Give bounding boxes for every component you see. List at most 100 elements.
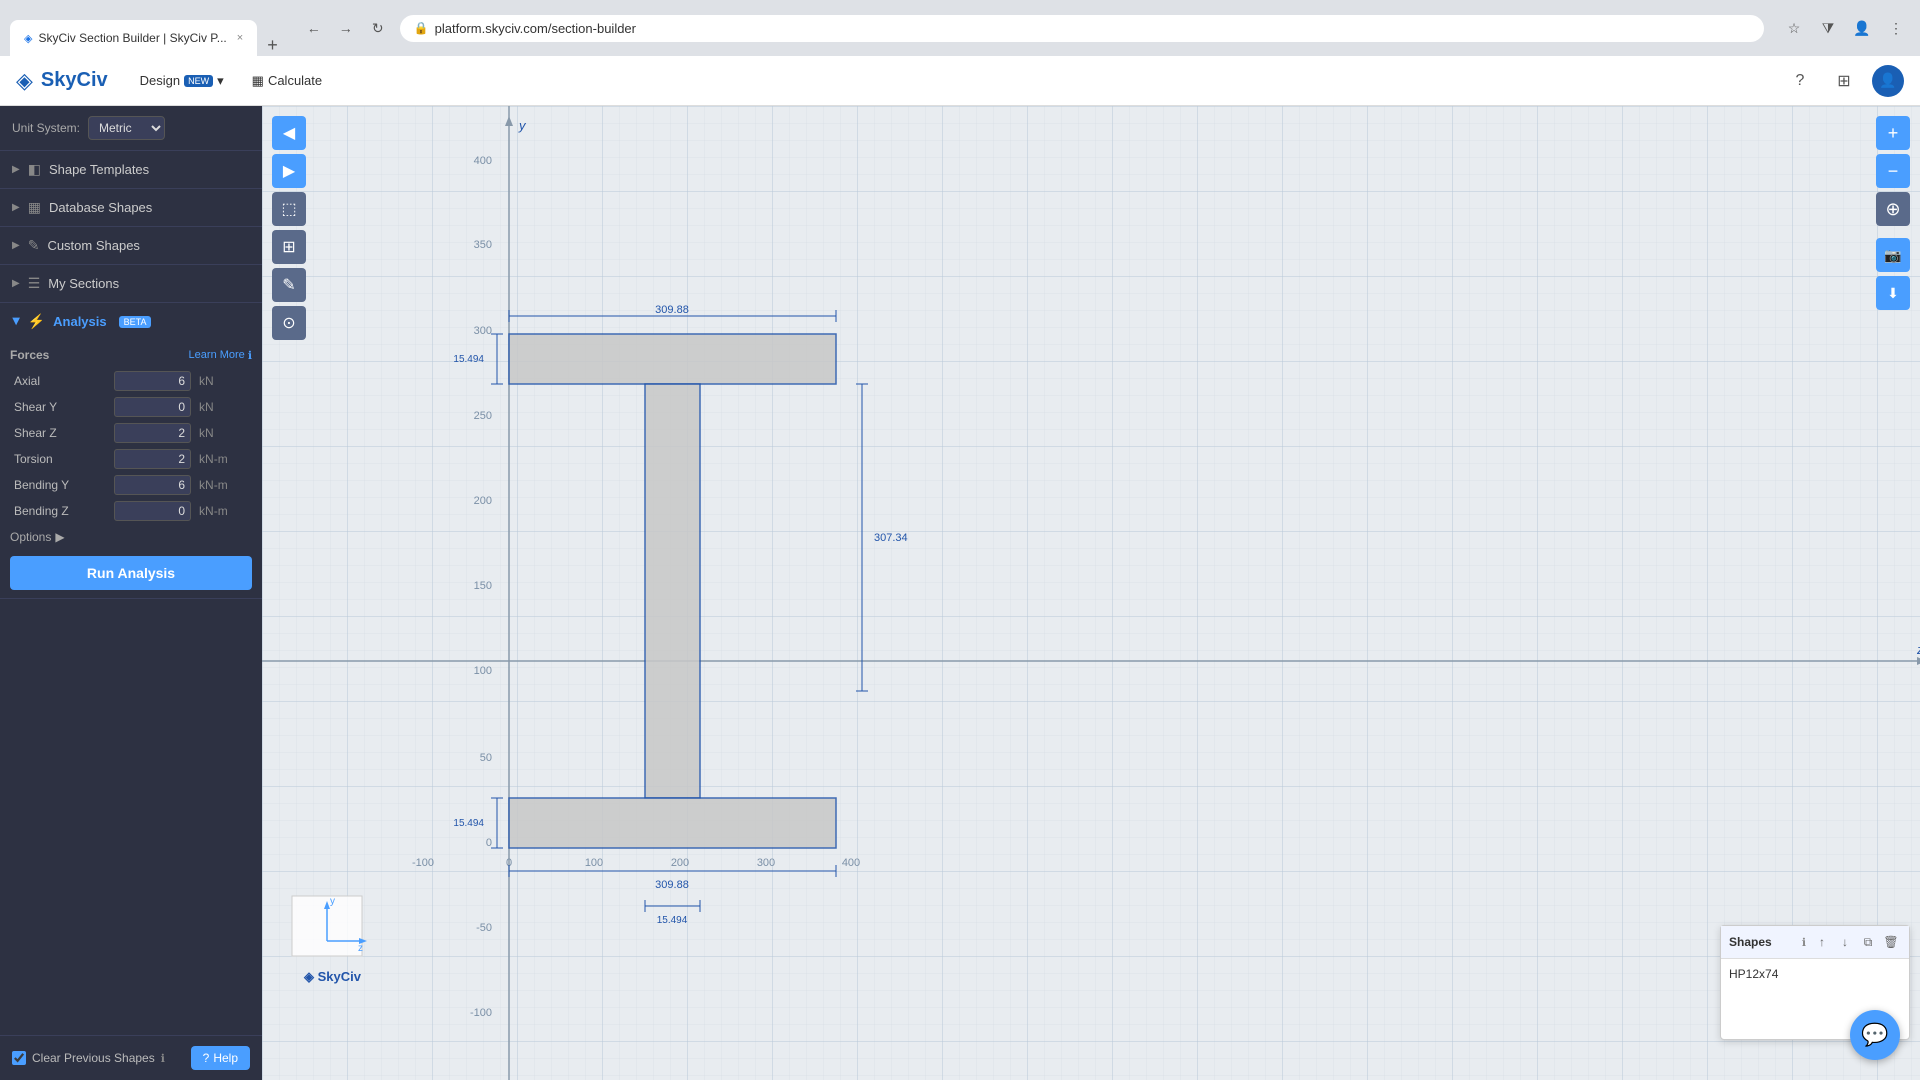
svg-text:z: z	[358, 943, 363, 954]
apps-icon-btn[interactable]: ⊞	[1828, 65, 1860, 97]
extensions-btn[interactable]: ⧩	[1814, 14, 1842, 42]
axial-input-cell	[110, 368, 195, 394]
svg-text:-100: -100	[412, 857, 434, 869]
svg-text:300: 300	[474, 325, 492, 337]
shear-y-input[interactable]	[114, 397, 191, 417]
svg-text:400: 400	[474, 155, 492, 167]
help-button[interactable]: ? Help	[191, 1046, 250, 1070]
zoom-in-btn[interactable]: +	[1876, 116, 1910, 150]
svg-text:400: 400	[842, 857, 860, 869]
my-sections-arrow-icon: ▶	[12, 278, 20, 289]
active-tab[interactable]: ◈ SkyCiv Section Builder | SkyCiv P... ×	[10, 20, 257, 56]
screenshot-btn[interactable]: 📷	[1876, 238, 1910, 272]
help-icon-btn[interactable]: ?	[1784, 65, 1816, 97]
learn-more-link[interactable]: Learn More ℹ	[189, 349, 252, 362]
address-bar[interactable]: 🔒 platform.skyciv.com/section-builder	[400, 15, 1764, 42]
analysis-panel: Forces Learn More ℹ Axial kN	[0, 340, 262, 598]
shear-y-label: Shear Y	[10, 394, 110, 420]
svg-text:309.88: 309.88	[655, 879, 689, 891]
select-btn[interactable]: ⬚	[272, 192, 306, 226]
chat-button[interactable]: 💬	[1850, 1010, 1900, 1060]
browser-tabs: ◈ SkyCiv Section Builder | SkyCiv P... ×…	[10, 0, 284, 56]
zoom-out-btn[interactable]: −	[1876, 154, 1910, 188]
svg-text:15.494: 15.494	[657, 915, 688, 926]
force-row-axial: Axial kN	[10, 368, 252, 394]
logo-icon: ◈	[16, 68, 33, 94]
calculate-nav-item[interactable]: ▦ Calculate	[240, 67, 335, 95]
beta-badge: BETA	[119, 316, 152, 328]
shear-z-input[interactable]	[114, 423, 191, 443]
collapse-btn[interactable]: ◀	[272, 116, 306, 150]
calculate-icon: ▦	[252, 73, 264, 89]
unit-system-select[interactable]: Metric Imperial	[88, 116, 165, 140]
tab-close-btn[interactable]: ×	[237, 32, 243, 44]
shear-z-unit: kN	[195, 420, 252, 446]
shear-y-input-cell	[110, 394, 195, 420]
analysis-header[interactable]: ▶ ⚡ Analysis BETA	[0, 303, 262, 340]
analysis-label: Analysis	[53, 314, 106, 329]
shapes-move-down-btn[interactable]: ↓	[1835, 932, 1855, 952]
shear-y-unit: kN	[195, 394, 252, 420]
force-row-bending-z: Bending Z kN-m	[10, 498, 252, 524]
shape-templates-header[interactable]: ▶ ◧ Shape Templates	[0, 151, 262, 188]
menu-btn[interactable]: ⋮	[1882, 14, 1910, 42]
clear-shapes-checkbox[interactable]	[12, 1051, 26, 1065]
sidebar-bottom: Clear Previous Shapes ℹ ? Help	[0, 1035, 262, 1080]
svg-text:15.494: 15.494	[453, 818, 484, 829]
svg-text:250: 250	[474, 410, 492, 422]
nav-controls: ← → ↻	[300, 14, 392, 42]
zoom-fit-btn[interactable]: ⊕	[1876, 192, 1910, 226]
bookmark-btn[interactable]: ☆	[1780, 14, 1808, 42]
header-nav: Design NEW ▾ ▦ Calculate	[128, 67, 335, 95]
snap-btn[interactable]: ⊙	[272, 306, 306, 340]
new-tab-btn[interactable]: +	[261, 35, 284, 56]
svg-text:350: 350	[474, 239, 492, 251]
bending-z-input[interactable]	[114, 501, 191, 521]
custom-shapes-icon: ✎	[28, 237, 40, 254]
design-label: Design	[140, 73, 180, 88]
canvas-area[interactable]: 400 350 300 250 200 150 100 50 0 -50 -10…	[262, 106, 1920, 1080]
draw-btn[interactable]: ✎	[272, 268, 306, 302]
grid-svg: 400 350 300 250 200 150 100 50 0 -50 -10…	[262, 106, 1920, 1080]
svg-text:200: 200	[474, 495, 492, 507]
axial-input[interactable]	[114, 371, 191, 391]
shapes-copy-btn[interactable]: ⧉	[1858, 932, 1878, 952]
help-label: Help	[213, 1051, 238, 1065]
browser-chrome: ◈ SkyCiv Section Builder | SkyCiv P... ×…	[0, 0, 1920, 56]
custom-shapes-header[interactable]: ▶ ✎ Custom Shapes	[0, 227, 262, 264]
database-shapes-section: ▶ ▦ Database Shapes	[0, 189, 262, 227]
design-nav-item[interactable]: Design NEW ▾	[128, 67, 236, 95]
force-row-torsion: Torsion kN-m	[10, 446, 252, 472]
analysis-arrow-icon: ▶	[10, 318, 21, 326]
bending-y-input[interactable]	[114, 475, 191, 495]
shape-item-hp12x74[interactable]: HP12x74	[1729, 965, 1901, 983]
shear-z-label: Shear Z	[10, 420, 110, 446]
shapes-delete-btn[interactable]: 🗑	[1881, 932, 1901, 952]
nav-forward-btn[interactable]: →	[332, 14, 360, 42]
my-sections-header[interactable]: ▶ ☰ My Sections	[0, 265, 262, 302]
database-shapes-label: Database Shapes	[49, 200, 152, 215]
forces-table: Axial kN Shear Y kN Shear	[10, 368, 252, 524]
options-arrow-icon: ▶	[55, 530, 64, 544]
shapes-move-up-btn[interactable]: ↑	[1812, 932, 1832, 952]
shapes-panel-info-icon: ℹ	[1802, 936, 1806, 949]
database-shapes-header[interactable]: ▶ ▦ Database Shapes	[0, 189, 262, 226]
bending-y-unit: kN-m	[195, 472, 252, 498]
shapes-panel-title: Shapes	[1729, 935, 1796, 949]
svg-text:300: 300	[757, 857, 775, 869]
options-row[interactable]: Options ▶	[10, 524, 252, 550]
grid-btn[interactable]: ⊞	[272, 230, 306, 264]
main-layout: Unit System: Metric Imperial ▶ ◧ Shape T…	[0, 106, 1920, 1080]
torsion-input[interactable]	[114, 449, 191, 469]
run-analysis-button[interactable]: Run Analysis	[10, 556, 252, 590]
download-btn[interactable]: ⬇	[1876, 276, 1910, 310]
left-toolbar: ◀ ▶ ⬚ ⊞ ✎ ⊙	[272, 116, 306, 340]
profile-btn[interactable]: 👤	[1848, 14, 1876, 42]
unit-system-label: Unit System:	[12, 121, 80, 135]
nav-back-btn[interactable]: ←	[300, 14, 328, 42]
nav-refresh-btn[interactable]: ↻	[364, 14, 392, 42]
user-avatar[interactable]: 👤	[1872, 65, 1904, 97]
torsion-unit: kN-m	[195, 446, 252, 472]
expand-btn[interactable]: ▶	[272, 154, 306, 188]
torsion-input-cell	[110, 446, 195, 472]
